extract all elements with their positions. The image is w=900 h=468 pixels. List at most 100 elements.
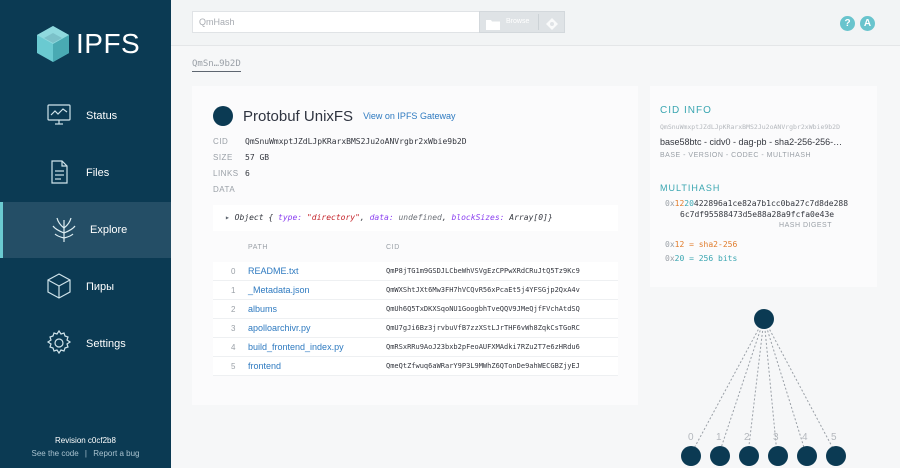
object-block-key: blockSizes:: [451, 213, 505, 222]
ipfs-cube-icon: [37, 26, 69, 62]
multihash-line-1: 0x1220422896a1ce82a7b1cc0ba27c7d8de288: [665, 199, 848, 208]
ipfs-logo[interactable]: IPFS: [36, 24, 140, 64]
graph-label: 4: [802, 432, 808, 443]
sidebar-item-files[interactable]: Files: [0, 145, 171, 201]
sidebar-item-settings[interactable]: Settings: [0, 316, 171, 372]
logo-text: IPFS: [76, 28, 141, 59]
meta-value: 6: [245, 169, 250, 178]
meta-key: DATA: [213, 185, 236, 194]
table-row[interactable]: 3 apolloarchivr.py QmU7gJi6Bz3jrvbuVfB7z…: [213, 319, 618, 338]
object-preview[interactable]: ▸ Object { type: "directory", data: unde…: [213, 205, 618, 231]
graph-child-node[interactable]: [768, 446, 788, 466]
graph-child-node[interactable]: [710, 446, 730, 466]
multihash-fn-line: 0x12 = sha2-256: [665, 240, 737, 249]
browse-label: Browse: [506, 18, 530, 25]
len-value: 256 bits: [698, 254, 738, 263]
multihash-len-line: 0x20 = 256 bits: [665, 254, 737, 263]
language-icon[interactable]: A: [860, 16, 875, 31]
gateway-link[interactable]: View on IPFS Gateway: [363, 111, 455, 121]
row-path-link[interactable]: build_frontend_index.py: [248, 342, 344, 352]
table-row[interactable]: 1 _Metadata.json QmWXShtJXt6Mw3FH7hVCQvR…: [213, 281, 618, 300]
row-index: 1: [231, 286, 236, 295]
table-row[interactable]: 2 albums QmUh6Q5TxDKXSqoNU1GoogbhTveQQV9…: [213, 300, 618, 319]
graph-child-node[interactable]: [739, 446, 759, 466]
graph-label: 2: [744, 432, 750, 443]
graph-edge: [690, 318, 765, 455]
tree-icon: [49, 214, 79, 244]
revision-label: Revision c0cf2b8: [55, 436, 116, 445]
sidebar-item-label: Пиры: [86, 281, 115, 293]
len-eq: =: [684, 254, 699, 263]
document-icon: [44, 157, 74, 187]
table-row[interactable]: 5 frontend QmeQtZfwuq6aWRarY9P3L9MWhZ6QT…: [213, 357, 618, 376]
top-bar: Browse ? A: [171, 0, 900, 46]
mh-prefix: 0x: [665, 199, 675, 208]
sidebar-item-label: Status: [86, 110, 118, 122]
row-path-link[interactable]: frontend: [248, 361, 281, 371]
graph-label: 1: [716, 432, 722, 443]
sidebar-item-explore[interactable]: Explore: [0, 202, 171, 258]
row-path-link[interactable]: albums: [248, 304, 277, 314]
pin-icon[interactable]: [546, 17, 558, 30]
table-row[interactable]: 0 README.txt QmP8jTG1m9GSDJLCbeWhVSVgEzC…: [213, 262, 618, 281]
expand-arrow-icon[interactable]: ▸: [225, 213, 230, 222]
see-code-link[interactable]: See the code: [32, 449, 79, 458]
row-cid: QmeQtZfwuq6aWRarY9P3L9MWhZ6QTonDe9ahWECG…: [386, 362, 580, 370]
monitor-icon: [44, 100, 74, 130]
codec-name: Protobuf: [243, 107, 300, 125]
table-header-cid: CID: [386, 244, 400, 251]
row-path-link[interactable]: _Metadata.json: [248, 285, 310, 295]
graph-root-node[interactable]: [754, 309, 774, 329]
help-icon[interactable]: ?: [840, 16, 855, 31]
graph-label: 3: [773, 432, 779, 443]
node-dot-icon: [213, 106, 233, 126]
table-row[interactable]: 4 build_frontend_index.py QmRSxRRu9AoJ23…: [213, 338, 618, 357]
row-index: 2: [231, 305, 236, 314]
fn-eq: =: [684, 240, 699, 249]
graph-label: 0: [688, 432, 694, 443]
graph-child-node[interactable]: [681, 446, 701, 466]
object-suffix: }: [547, 213, 553, 222]
report-bug-link[interactable]: Report a bug: [93, 449, 139, 458]
hash-digest-caption: HASH DIGEST: [779, 222, 832, 229]
browse-separator: [538, 14, 539, 30]
multihash-title: MULTIHASH: [660, 183, 721, 193]
graph-child-node[interactable]: [797, 446, 817, 466]
folder-icon: [486, 17, 500, 30]
fn-code: 12: [674, 240, 685, 249]
row-cid: QmU7gJi6Bz3jrvbuVfB7zzXStLJrTHF6vWh8ZqkC…: [386, 324, 580, 332]
sidebar-item-status[interactable]: Status: [0, 88, 171, 144]
cid-caption: BASE - VERSION - CODEC - MULTIHASH: [660, 152, 812, 159]
len-code: 20: [674, 254, 685, 263]
meta-value: 57 GB: [245, 153, 270, 162]
fn-name: sha2-256: [698, 240, 738, 249]
sidebar-item-peers[interactable]: Пиры: [0, 259, 171, 315]
sidebar: IPFS Status Files Explore Пиры Settings …: [0, 0, 171, 468]
fn-prefix: 0x: [665, 240, 675, 249]
row-cid: QmUh6Q5TxDKXSqoNU1GoogbhTveQQV9JMeQjfFVc…: [386, 305, 580, 313]
graph-edge: [718, 318, 765, 455]
mh-digest-2: 6c7df95588473d5e88a28a9fcfa0e43e: [680, 210, 835, 219]
graph-child-node[interactable]: [826, 446, 846, 466]
codec-title: Protobuf UnixFS: [243, 108, 353, 125]
row-path-link[interactable]: README.txt: [248, 266, 299, 276]
cid-info-panel: CID INFO QmSnuWmxptJZdLJpKRarxBMS2Ju2oAN…: [650, 86, 877, 287]
row-cid: QmP8jTG1m9GSDJLCbeWhVSVgEzCPPwXRdCRuJtQ5…: [386, 267, 580, 275]
row-index: 5: [231, 362, 236, 371]
object-prefix: Object {: [234, 213, 274, 222]
codec-kind: UnixFS: [303, 107, 354, 125]
hash-search-input[interactable]: [192, 11, 479, 33]
graph-label: 5: [831, 432, 837, 443]
len-prefix: 0x: [665, 254, 675, 263]
footer-separator: |: [84, 449, 87, 458]
meta-key: CID: [213, 137, 229, 146]
footer-links: See the code | Report a bug: [0, 449, 171, 458]
row-index: 4: [231, 343, 236, 352]
browse-button[interactable]: Browse: [479, 11, 565, 33]
sidebar-item-label: Settings: [86, 338, 126, 350]
mh-fn-code: 12: [674, 199, 685, 208]
row-path-link[interactable]: apolloarchivr.py: [248, 323, 311, 333]
cid-human-readable: base58btc - cidv0 - dag-pb - sha2-256-25…: [660, 137, 843, 147]
object-data-value: undefined: [398, 213, 442, 222]
breadcrumb[interactable]: QmSn…9b2D: [192, 59, 241, 72]
